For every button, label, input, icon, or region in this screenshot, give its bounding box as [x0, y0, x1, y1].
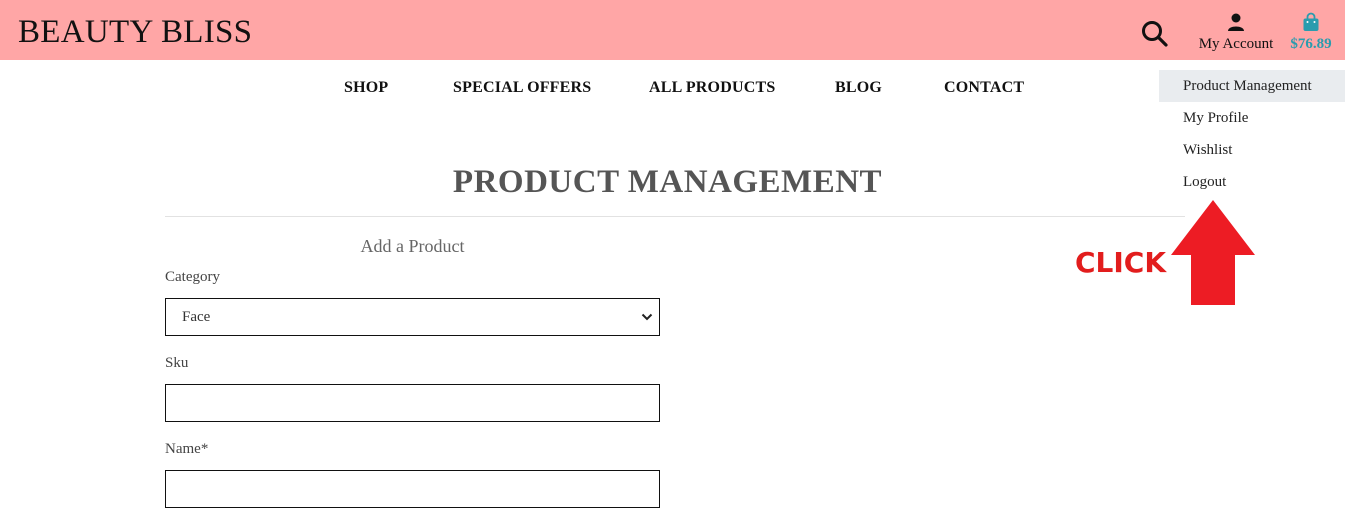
name-label: Name*: [165, 441, 209, 457]
my-account-label: My Account: [1198, 36, 1274, 52]
nav-item-shop[interactable]: SHOP: [344, 79, 388, 97]
menu-item-product-management[interactable]: Product Management: [1159, 70, 1345, 102]
top-bar: BEAUTY BLISS My Account $76.89: [0, 0, 1345, 60]
form-subtitle: Add a Product: [360, 236, 465, 256]
category-label: Category: [165, 269, 220, 285]
shopping-bag-button[interactable]: $76.89: [1287, 12, 1335, 56]
click-annotation: CLICK: [1075, 246, 1167, 279]
sku-input[interactable]: [165, 384, 660, 422]
nav-item-contact[interactable]: CONTACT: [944, 79, 1024, 97]
page-title: PRODUCT MANAGEMENT: [452, 164, 883, 200]
bag-total: $76.89: [1290, 36, 1332, 52]
chevron-down-icon: [641, 313, 653, 321]
title-divider: [165, 216, 1185, 217]
search-button[interactable]: [1140, 19, 1170, 49]
name-input[interactable]: [165, 470, 660, 508]
brand-logo[interactable]: BEAUTY BLISS: [18, 14, 252, 51]
user-icon: [1228, 13, 1244, 31]
up-arrow-icon: [1171, 200, 1255, 305]
category-select-value: Face: [182, 309, 211, 325]
sku-label: Sku: [165, 355, 189, 371]
menu-item-my-profile[interactable]: My Profile: [1159, 102, 1345, 134]
nav-item-blog[interactable]: BLOG: [835, 79, 882, 97]
search-icon: [1142, 21, 1168, 47]
category-select[interactable]: Face: [165, 298, 660, 336]
nav-item-all-products[interactable]: ALL PRODUCTS: [649, 79, 775, 97]
main-nav: SHOP SPECIAL OFFERS ALL PRODUCTS BLOG CO…: [0, 79, 1345, 99]
menu-item-wishlist[interactable]: Wishlist: [1159, 134, 1345, 166]
my-account-button[interactable]: My Account: [1192, 12, 1280, 56]
nav-item-special-offers[interactable]: SPECIAL OFFERS: [453, 79, 591, 97]
shopping-bag-icon: [1303, 12, 1319, 31]
